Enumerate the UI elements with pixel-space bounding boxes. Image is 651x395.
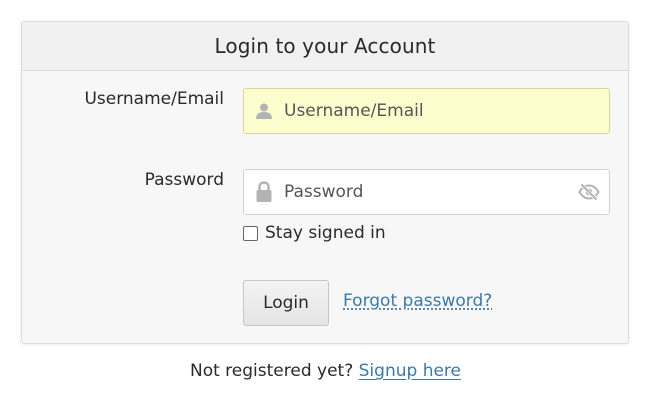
stay-signed-in-option[interactable]: Stay signed in xyxy=(243,223,386,243)
password-input[interactable] xyxy=(284,170,569,214)
signup-link[interactable]: Signup here xyxy=(359,361,461,381)
password-field[interactable] xyxy=(243,169,610,215)
login-button[interactable]: Login xyxy=(243,280,329,326)
login-panel: Login to your Account Username/Email Pas… xyxy=(21,21,629,344)
username-field[interactable] xyxy=(243,88,610,134)
panel-header: Login to your Account xyxy=(22,22,628,71)
panel-title: Login to your Account xyxy=(214,34,436,58)
stay-signed-in-label: Stay signed in xyxy=(265,223,386,243)
user-icon xyxy=(244,89,284,133)
password-label: Password xyxy=(144,170,224,190)
eye-slash-icon[interactable] xyxy=(569,170,609,214)
username-label: Username/Email xyxy=(84,89,224,109)
lock-icon xyxy=(244,170,284,214)
stay-signed-in-checkbox[interactable] xyxy=(243,225,258,241)
footer: Not registered yet? Signup here xyxy=(0,361,651,381)
forgot-password-link[interactable]: Forgot password? xyxy=(343,291,492,311)
signup-prompt: Not registered yet? xyxy=(189,361,354,381)
username-input[interactable] xyxy=(284,89,609,133)
